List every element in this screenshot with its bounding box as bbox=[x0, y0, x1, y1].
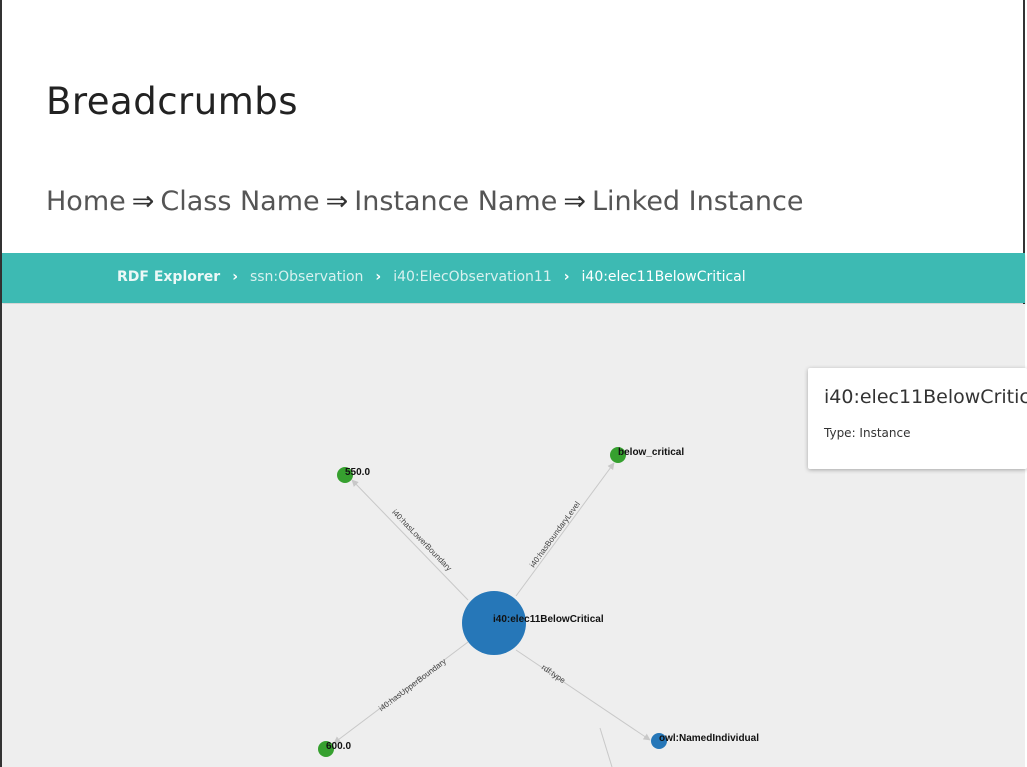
breadcrumb-current: i40:elec11BelowCritical bbox=[581, 269, 746, 285]
edge-rdf-type bbox=[515, 649, 651, 741]
breadcrumb-example-linked: Linked Instance bbox=[591, 186, 804, 217]
breadcrumb-class-link[interactable]: ssn:Observation bbox=[250, 269, 363, 285]
node-label-boundary-level: below_critical bbox=[618, 447, 684, 458]
double-arrow-icon: ⇒ bbox=[325, 186, 349, 217]
edge-label-boundary-level: i40:hasBoundaryLevel bbox=[528, 500, 582, 570]
node-label-upper-boundary: 600.0 bbox=[326, 741, 351, 752]
edge-label-upper-boundary: i40:hasUpperBoundary bbox=[377, 657, 448, 713]
edge-label-rdf-type: rdf:type bbox=[540, 663, 568, 686]
node-label-type: owl:NamedIndividual bbox=[659, 733, 759, 744]
breadcrumb-example-class: Class Name bbox=[160, 186, 320, 217]
breadcrumb-example-instance: Instance Name bbox=[354, 186, 558, 217]
chevron-right-icon: › bbox=[375, 269, 382, 285]
info-card-title: i40:elec11BelowCritical bbox=[824, 386, 1027, 408]
double-arrow-icon: ⇒ bbox=[563, 186, 586, 217]
breadcrumb-example-home: Home bbox=[46, 186, 126, 217]
breadcrumb-bar: RDF Explorer › ssn:Observation › i40:ElecObs… bbox=[2, 253, 1025, 303]
page-title: Breadcrumbs bbox=[46, 80, 299, 123]
node-label-lower-boundary: 550.0 bbox=[345, 467, 370, 478]
instance-info-card: i40:elec11BelowCritical Type: Instance bbox=[808, 368, 1027, 469]
chevron-right-icon: › bbox=[563, 269, 570, 285]
chevron-right-icon: › bbox=[232, 269, 238, 285]
edge-lower-boundary bbox=[351, 479, 469, 601]
breadcrumb-root-link[interactable]: RDF Explorer bbox=[117, 269, 220, 285]
double-arrow-icon: ⇒ bbox=[131, 186, 155, 217]
edge-boundary-level bbox=[515, 462, 615, 597]
breadcrumb: RDF Explorer › ssn:Observation › i40:ElecObs… bbox=[117, 269, 746, 285]
node-label-center: i40:elec11BelowCritical bbox=[493, 614, 604, 625]
edge-extra bbox=[599, 727, 613, 767]
breadcrumb-example: Home ⇒ Class Name ⇒ Instance Name ⇒ Linked Ins… bbox=[46, 186, 804, 217]
breadcrumb-instance-link[interactable]: i40:ElecObservation11 bbox=[393, 269, 552, 285]
info-card-type: Type: Instance bbox=[824, 426, 911, 440]
edge-label-lower-boundary: i40:hasLowerBoundary bbox=[390, 508, 453, 573]
